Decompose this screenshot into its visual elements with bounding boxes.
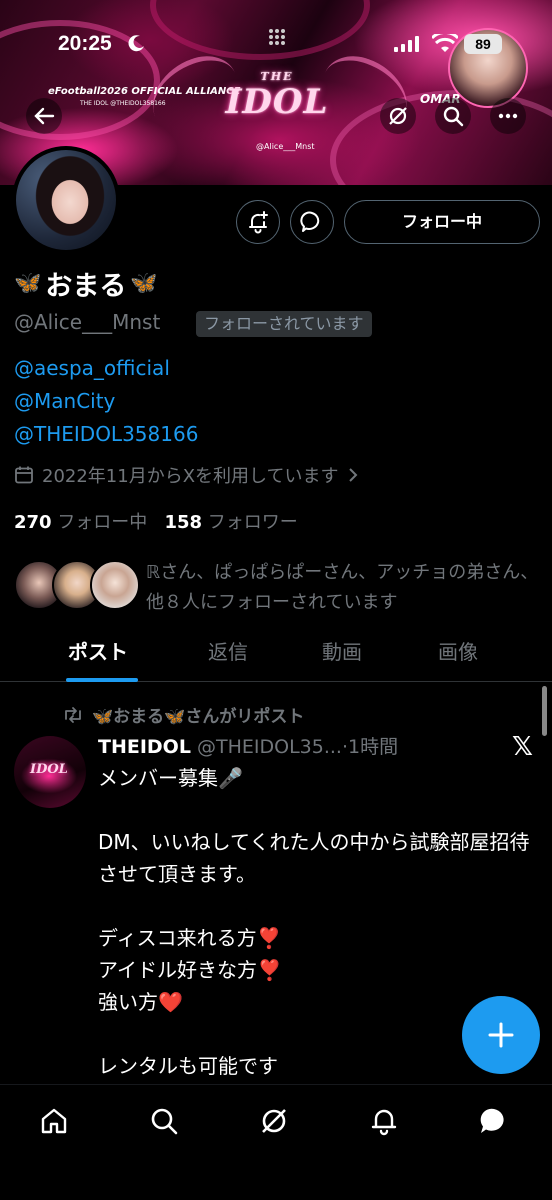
- chat-bubble-icon: [480, 1108, 504, 1133]
- post-author-handle[interactable]: @THEIDOL35...: [197, 736, 342, 758]
- post-author-avatar[interactable]: IDOL: [14, 736, 86, 808]
- compose-button[interactable]: [462, 996, 540, 1074]
- following-label: フォロー中: [57, 512, 148, 533]
- banner-logo: THE IDOL: [218, 70, 336, 130]
- x-logo-icon: 𝕏: [512, 732, 533, 762]
- tab-posts[interactable]: ポスト: [68, 636, 128, 665]
- joined-date-row[interactable]: 2022年11月からXを利用しています: [14, 462, 359, 488]
- profile-handle: @Alice___Mnst: [14, 310, 161, 334]
- more-button[interactable]: [490, 98, 526, 134]
- mutual-avatars[interactable]: [14, 560, 140, 612]
- following-button[interactable]: フォロー中: [344, 200, 540, 244]
- post-author-name[interactable]: THEIDOL: [98, 736, 191, 758]
- followers-label: フォロワー: [207, 512, 298, 533]
- banner-tagline: eFootball2026 OFFICIAL ALLIANCE: [48, 86, 241, 97]
- back-button[interactable]: [26, 98, 62, 134]
- bio-link-mancity[interactable]: @ManCity: [14, 389, 115, 413]
- moon-icon: [128, 35, 144, 52]
- post-header: THEIDOL @THEIDOL35...·1時間: [98, 732, 398, 759]
- tab-replies[interactable]: 返信: [208, 636, 248, 665]
- more-icon: [498, 113, 518, 119]
- repost-label: 🦋おまる🦋さんがリポスト: [92, 707, 305, 727]
- notifications-tab[interactable]: [366, 1103, 402, 1139]
- tab-images[interactable]: 画像: [438, 636, 478, 665]
- followers-count: 158: [164, 512, 203, 533]
- status-time: 20:25: [58, 32, 112, 55]
- post-time: ·1時間: [341, 736, 399, 758]
- plus-icon: [488, 1022, 514, 1048]
- repost-icon: [65, 706, 81, 723]
- tab-active-indicator: [66, 678, 138, 682]
- bio-link-theidol[interactable]: @THEIDOL358166: [14, 422, 198, 446]
- mutual-avatar: [90, 560, 140, 610]
- follow-counts: 270 フォロー中 158 フォロワー: [14, 508, 298, 534]
- banner-logo-main: IDOL: [225, 82, 329, 122]
- bio-link-aespa[interactable]: @aespa_official: [14, 356, 170, 380]
- mutual-followers-text[interactable]: ℝさん、ぱっぱらぱーさん、アッチョの弟さん、他８人にフォローされています: [146, 558, 546, 618]
- grok-button[interactable]: [380, 98, 416, 134]
- bottom-nav: [0, 1084, 552, 1200]
- notify-button[interactable]: [236, 200, 280, 244]
- calendar-icon: [15, 466, 33, 484]
- search-icon: [443, 106, 464, 127]
- grok-tab[interactable]: [256, 1103, 292, 1139]
- tab-videos[interactable]: 動画: [322, 636, 362, 665]
- banner-tagline-small: THE IDOL @THEIDOL358166: [80, 100, 166, 107]
- battery-indicator: 89: [464, 34, 502, 54]
- home-tab[interactable]: [36, 1103, 72, 1139]
- grok-icon: [389, 107, 407, 125]
- back-arrow-icon: [34, 107, 55, 125]
- display-name: おまる: [45, 271, 127, 302]
- bell-plus-icon: [249, 211, 268, 234]
- joined-date: 2022年11月からXを利用しています: [42, 466, 339, 487]
- repost-indicator[interactable]: 🦋おまる🦋さんがリポスト: [62, 702, 304, 727]
- message-button[interactable]: [290, 200, 334, 244]
- dots-grid-icon: [269, 29, 285, 45]
- post-avatar-logo: IDOL: [30, 762, 68, 777]
- profile-tabs: ポスト 返信 動画 画像: [0, 628, 552, 682]
- banner-logo-top: THE: [260, 70, 294, 83]
- messages-tab[interactable]: [476, 1103, 512, 1139]
- wifi-icon: [432, 34, 458, 52]
- butterfly-icon: 🦋: [14, 271, 42, 296]
- search-tab[interactable]: [146, 1103, 182, 1139]
- profile-avatar[interactable]: [12, 146, 120, 254]
- chat-bubble-icon: [300, 211, 320, 232]
- following-count: 270: [14, 512, 52, 533]
- butterfly-icon: 🦋: [130, 271, 158, 296]
- banner-handle: @Alice___Mnst: [256, 142, 315, 151]
- display-name-row: 🦋 おまる 🦋: [14, 264, 158, 303]
- grok-icon: [262, 1109, 286, 1133]
- home-icon: [41, 1108, 67, 1134]
- following-link[interactable]: 270 フォロー中: [14, 512, 147, 533]
- followers-link[interactable]: 158 フォロワー: [164, 512, 297, 533]
- follows-you-badge: フォローされています: [196, 311, 372, 337]
- scrollbar[interactable]: [542, 686, 547, 736]
- search-button[interactable]: [435, 98, 471, 134]
- status-bar: 20:25 89: [0, 0, 552, 70]
- bell-icon: [371, 1109, 397, 1136]
- signal-icon: [394, 36, 419, 52]
- chevron-right-icon: [348, 468, 357, 482]
- search-icon: [151, 1108, 178, 1135]
